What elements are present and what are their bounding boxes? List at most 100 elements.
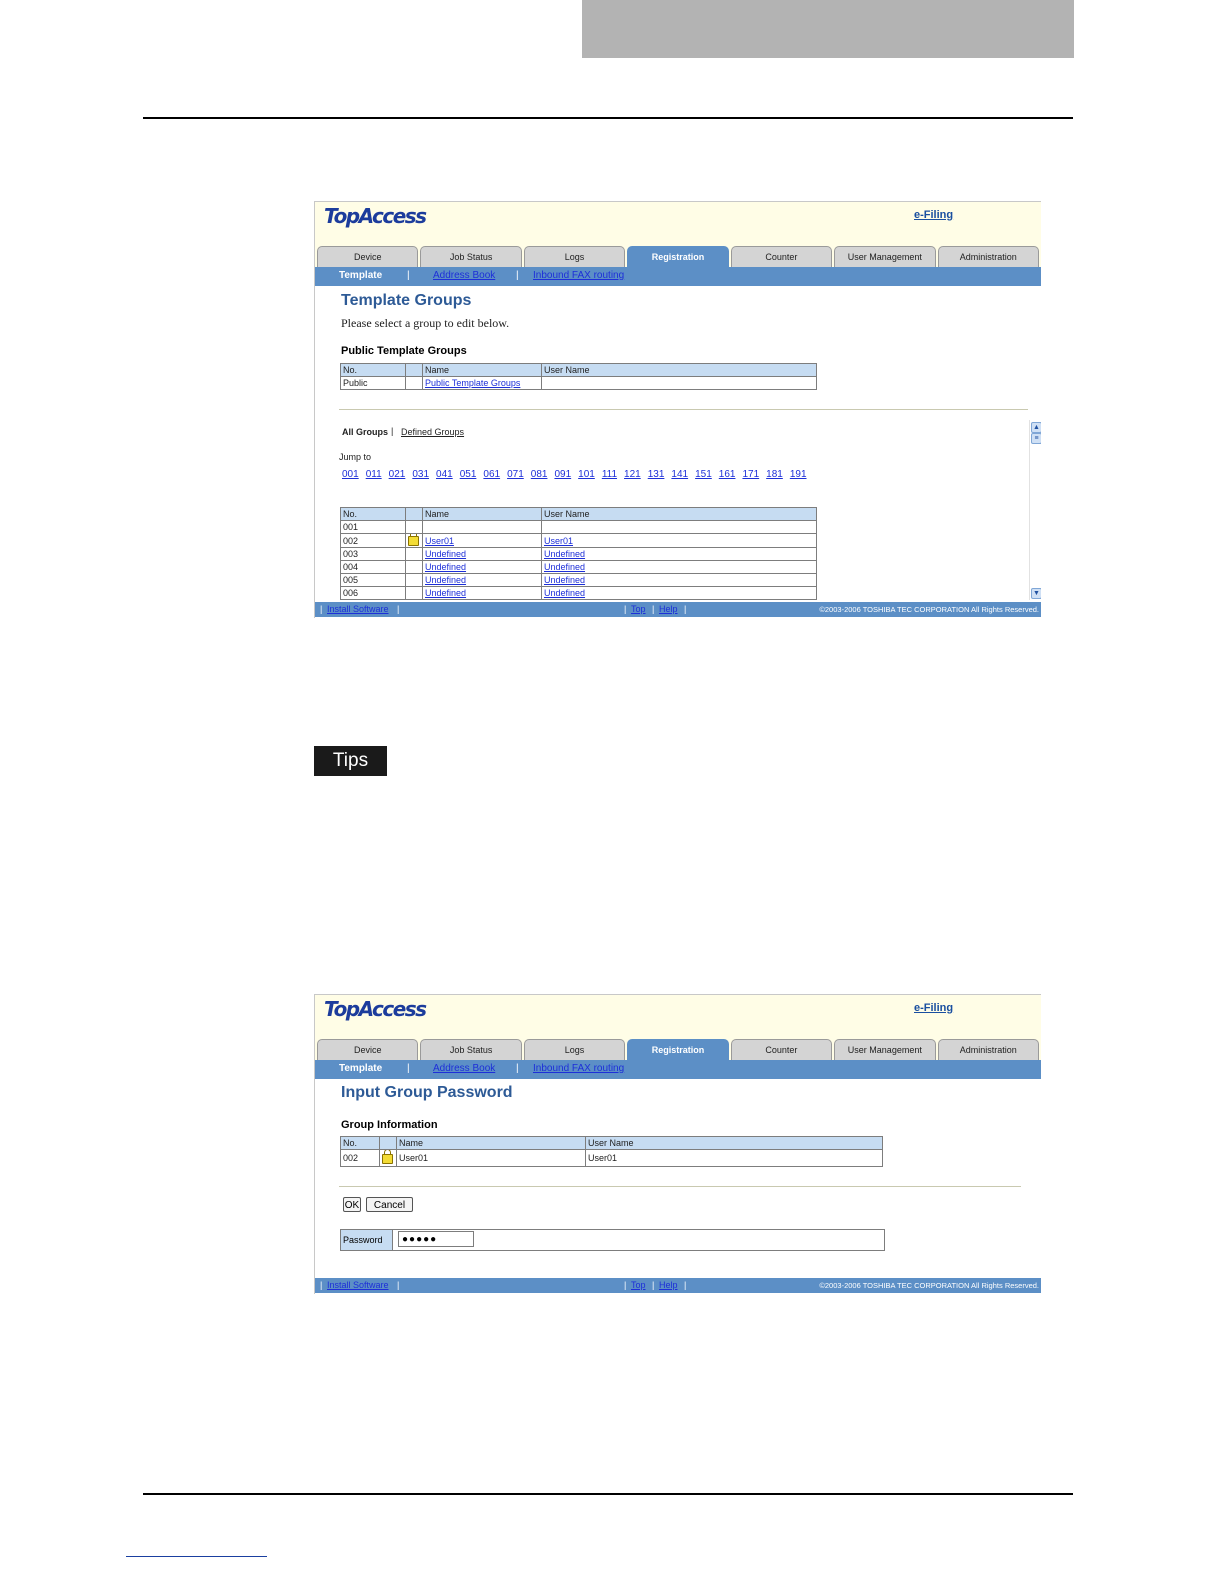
ok-button[interactable]: OK — [343, 1197, 361, 1212]
install-software-link[interactable]: Install Software — [327, 604, 389, 614]
group-user-link[interactable]: Undefined — [544, 588, 585, 598]
subnav-inbound-fax[interactable]: Inbound FAX routing — [533, 270, 624, 281]
cell-name: Undefined — [422, 547, 542, 561]
filter-all-groups[interactable]: All Groups — [342, 427, 388, 437]
cell-user: Undefined — [541, 573, 817, 587]
cell-name: User01 — [422, 533, 542, 548]
footer-link-underline — [126, 1556, 267, 1557]
subnav-separator: | — [516, 270, 519, 281]
help-link[interactable]: Help — [659, 1280, 678, 1290]
jump-link[interactable]: 161 — [719, 469, 736, 480]
group-user-link[interactable]: Undefined — [544, 549, 585, 559]
group-name-link[interactable]: Undefined — [425, 575, 466, 585]
subnav-inbound-fax[interactable]: Inbound FAX routing — [533, 1063, 624, 1074]
tab-counter[interactable]: Counter — [730, 1039, 833, 1060]
jump-link[interactable]: 011 — [366, 469, 382, 480]
jump-link[interactable]: 061 — [483, 469, 500, 480]
col-lock — [405, 507, 423, 521]
jump-link[interactable]: 021 — [389, 469, 406, 480]
tab-registration[interactable]: Registration — [627, 1039, 729, 1060]
group-user-link[interactable]: Undefined — [544, 575, 585, 585]
group-user-link[interactable]: Undefined — [544, 562, 585, 572]
table-row: 004 Undefined Undefined — [340, 560, 817, 574]
scroll-down-icon[interactable]: ▼ — [1031, 588, 1041, 599]
group-user-link[interactable]: User01 — [544, 536, 573, 546]
subnav-separator: | — [407, 1063, 410, 1074]
cancel-button[interactable]: Cancel — [366, 1197, 413, 1212]
password-input[interactable]: ●●●●● — [398, 1231, 474, 1247]
filter-defined-groups[interactable]: Defined Groups — [401, 427, 464, 437]
public-group-link[interactable]: Public Template Groups — [425, 378, 520, 388]
jump-link[interactable]: 181 — [766, 469, 783, 480]
subnav-address-book[interactable]: Address Book — [433, 270, 495, 281]
col-lock — [379, 1136, 397, 1150]
jump-link[interactable]: 081 — [531, 469, 548, 480]
top-link[interactable]: Top — [631, 604, 646, 614]
tab-device[interactable]: Device — [317, 1039, 419, 1060]
group-name-link[interactable]: Undefined — [425, 549, 466, 559]
subnav-template[interactable]: Template — [339, 1063, 382, 1074]
tab-logs[interactable]: Logs — [523, 1039, 626, 1060]
cell-no: 003 — [340, 547, 406, 561]
tab-administration[interactable]: Administration — [937, 1039, 1039, 1060]
cell-no: 005 — [340, 573, 406, 587]
subnav-template[interactable]: Template — [339, 270, 382, 281]
jump-link[interactable]: 001 — [342, 469, 359, 480]
jump-link[interactable]: 091 — [554, 469, 571, 480]
cell-no: 004 — [340, 560, 406, 574]
group-name-link[interactable]: Undefined — [425, 588, 466, 598]
chapter-tab — [582, 0, 1074, 58]
top-link[interactable]: Top — [631, 1280, 646, 1290]
jump-link[interactable]: 171 — [742, 469, 759, 480]
cell-lock — [405, 573, 423, 587]
tab-job-status[interactable]: Job Status — [420, 246, 522, 267]
jump-link[interactable]: 101 — [578, 469, 595, 480]
efiling-link[interactable]: e-Filing — [914, 1002, 953, 1014]
tab-administration[interactable]: Administration — [937, 246, 1039, 267]
divider — [339, 409, 1028, 410]
col-name: Name — [422, 507, 542, 521]
subnav-separator: | — [516, 1063, 519, 1074]
scroll-thumb[interactable]: ≡ — [1031, 433, 1041, 444]
tab-user-management[interactable]: User Management — [834, 1039, 936, 1060]
header-rule — [143, 117, 1073, 119]
jump-link[interactable]: 051 — [460, 469, 477, 480]
group-info-table: No. Name User Name 002 User01 User01 — [340, 1136, 883, 1167]
cell-user: User01 — [541, 533, 817, 548]
copyright-text: ©2003-2006 TOSHIBA TEC CORPORATION All R… — [819, 605, 1039, 614]
subnav-separator: | — [407, 270, 410, 281]
cell-lock — [405, 376, 423, 390]
jump-link[interactable]: 041 — [436, 469, 453, 480]
cell-name: Undefined — [422, 560, 542, 574]
group-name-link[interactable]: Undefined — [425, 562, 466, 572]
jump-link[interactable]: 071 — [507, 469, 524, 480]
subnav-address-book[interactable]: Address Book — [433, 1063, 495, 1074]
password-label: Password — [341, 1230, 393, 1250]
tab-registration[interactable]: Registration — [627, 246, 729, 267]
help-link[interactable]: Help — [659, 604, 678, 614]
tab-device[interactable]: Device — [317, 246, 419, 267]
cell-lock — [405, 560, 423, 574]
efiling-link[interactable]: e-Filing — [914, 209, 953, 221]
jump-link[interactable]: 141 — [671, 469, 688, 480]
jump-link[interactable]: 191 — [790, 469, 807, 480]
tab-job-status[interactable]: Job Status — [420, 1039, 522, 1060]
jump-link[interactable]: 131 — [648, 469, 665, 480]
table-row: 001 — [340, 520, 817, 534]
cell-user: Undefined — [541, 560, 817, 574]
jump-link[interactable]: 111 — [602, 469, 617, 480]
jump-link[interactable]: 121 — [624, 469, 641, 480]
group-name-link[interactable]: User01 — [425, 536, 454, 546]
table-row: 005 Undefined Undefined — [340, 573, 817, 587]
jump-link[interactable]: 031 — [412, 469, 429, 480]
tab-user-management[interactable]: User Management — [834, 246, 936, 267]
main-tabs: Device Job Status Logs Registration Coun… — [317, 246, 1041, 267]
tab-logs[interactable]: Logs — [523, 246, 626, 267]
cell-name: Undefined — [422, 586, 542, 600]
tab-counter[interactable]: Counter — [730, 246, 833, 267]
scrollbar[interactable]: ▲ ≡ ▼ — [1029, 420, 1041, 600]
scroll-up-icon[interactable]: ▲ — [1031, 422, 1041, 433]
install-software-link[interactable]: Install Software — [327, 1280, 389, 1290]
jump-link[interactable]: 151 — [695, 469, 712, 480]
cell-no: 002 — [340, 1149, 380, 1167]
